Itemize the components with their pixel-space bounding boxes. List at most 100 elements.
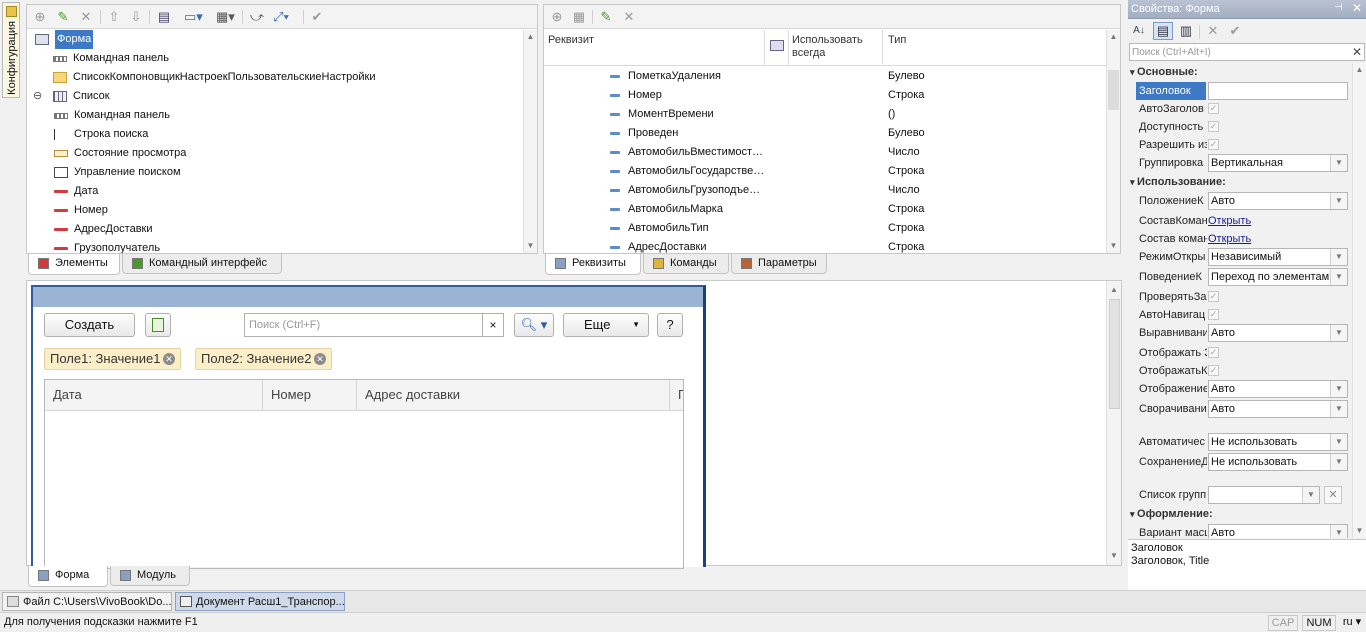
dropdown-arrow-icon[interactable]: ▼ — [1330, 454, 1347, 470]
dropdown-arrow-icon[interactable]: ▼ — [1330, 193, 1347, 209]
attributes-scrollbar[interactable]: ▲ ▼ — [1106, 30, 1120, 253]
chip-close-icon[interactable]: ✕ — [163, 353, 175, 365]
pin-icon[interactable]: ⊣ — [1334, 2, 1343, 13]
tab-command-interface[interactable]: Командный интерфейс — [122, 254, 282, 274]
filter-icon[interactable]: ▥ — [1178, 23, 1194, 39]
categorized-icon[interactable]: ▤ — [1153, 22, 1173, 40]
tab-attributes[interactable]: Реквизиты — [545, 254, 641, 275]
create-button[interactable]: Создать — [44, 313, 135, 337]
section-appearance[interactable]: ▾ Оформление: — [1130, 506, 1213, 522]
property-select[interactable]: Вертикальная ▼ — [1208, 154, 1348, 172]
add-column-icon[interactable]: ▦ — [571, 9, 587, 25]
configuration-side-tab[interactable]: Конфигурация — [2, 2, 20, 98]
property-checkbox[interactable]: ✓ — [1208, 291, 1219, 302]
swap-icon[interactable]: ⤻ — [249, 9, 265, 25]
dropdown-arrow-icon[interactable]: ▼ — [1330, 381, 1347, 397]
properties-search-clear-icon[interactable]: ✕ — [1352, 45, 1362, 59]
open-link[interactable]: Открыть — [1208, 212, 1251, 230]
header-use-always[interactable]: Использовать всегда — [792, 34, 880, 60]
check-icon[interactable]: ✔ — [309, 9, 325, 25]
attributes-scroll-thumb[interactable] — [1108, 70, 1119, 110]
search-input[interactable]: Поиск (Ctrl+F) — [244, 313, 504, 337]
add-icon[interactable]: ⊕ — [32, 9, 48, 25]
tree-item[interactable]: Командная панель — [27, 49, 522, 68]
property-select[interactable]: Авто ▼ — [1208, 192, 1348, 210]
tree-item[interactable]: АдресДоставки — [27, 220, 522, 239]
dropdown-arrow-icon[interactable]: ▼ — [1330, 155, 1347, 171]
group-list-select[interactable]: ▼ — [1208, 486, 1320, 504]
tree-item[interactable]: Строка поиска — [27, 125, 522, 144]
property-checkbox[interactable]: ✓ — [1208, 365, 1219, 376]
attribute-row[interactable]: АвтомобильГрузоподъе… Число — [544, 181, 1104, 200]
display-mode-icon[interactable]: ▭▾ — [184, 9, 203, 25]
column-consignee[interactable]: Г — [670, 380, 683, 410]
add-copy-button[interactable] — [145, 313, 171, 337]
column-number[interactable]: Номер — [263, 380, 357, 410]
tree-item[interactable]: Дата — [27, 182, 522, 201]
tree-item[interactable]: Грузополучатель — [27, 239, 522, 253]
column-address[interactable]: Адрес доставки — [357, 380, 670, 410]
move-down-icon[interactable]: ⇩ — [128, 9, 144, 25]
attribute-row[interactable]: АвтомобильТип Строка — [544, 219, 1104, 238]
add-attribute-icon[interactable]: ⊕ — [549, 9, 565, 25]
search-mode-button[interactable]: 🔍︎ ▾ — [514, 313, 554, 337]
filter-chip-2[interactable]: Поле2: Значение2 ✕ — [195, 348, 332, 370]
tab-module[interactable]: Модуль — [110, 566, 190, 586]
clear-icon[interactable]: ✕ — [1205, 23, 1221, 39]
header-type[interactable]: Тип — [888, 34, 906, 47]
apply-icon[interactable]: ✔ — [1227, 23, 1243, 39]
dropdown-arrow-icon[interactable]: ▼ — [1330, 269, 1347, 285]
collapse-icon[interactable]: ⊖ — [33, 87, 42, 106]
dropdown-arrow-icon[interactable]: ▼ — [1330, 401, 1347, 417]
properties-scrollbar[interactable]: ▲ ▼ — [1352, 63, 1366, 538]
property-select[interactable]: Переход по элементам ▼ — [1208, 268, 1348, 286]
attribute-row[interactable]: АвтомобильВместимост… Число — [544, 143, 1104, 162]
elements-scrollbar[interactable]: ▲ ▼ — [523, 30, 537, 253]
tab-params[interactable]: Параметры — [731, 254, 827, 274]
title-input[interactable] — [1208, 82, 1348, 100]
section-main[interactable]: ▾ Основные: — [1130, 64, 1198, 80]
layout-mode-icon[interactable]: ▦▾ — [216, 9, 235, 25]
property-checkbox[interactable]: ✓ — [1208, 121, 1219, 132]
attribute-row[interactable]: АдресДоставки Строка — [544, 238, 1104, 253]
attribute-row[interactable]: АвтомобильМарка Строка — [544, 200, 1104, 219]
tree-item[interactable]: Состояние просмотра — [27, 144, 522, 163]
filter-chip-1[interactable]: Поле1: Значение1 ✕ — [44, 348, 181, 370]
dropdown-arrow-icon[interactable]: ▼ — [1330, 325, 1347, 341]
search-clear-button[interactable]: × — [482, 313, 504, 337]
edit-attribute-icon[interactable]: ✎ — [598, 9, 614, 25]
edit-icon[interactable]: ✎ — [55, 9, 71, 25]
sort-alpha-icon[interactable]: A↓ — [1131, 23, 1147, 39]
property-checkbox[interactable]: ✓ — [1208, 103, 1219, 114]
open-link[interactable]: Открыть — [1208, 230, 1251, 248]
move-up-icon[interactable]: ⇧ — [106, 9, 122, 25]
form-preview-scrollbar[interactable]: ▲ ▼ — [1106, 281, 1121, 565]
attribute-row[interactable]: ПометкаУдаления Булево — [544, 67, 1104, 86]
property-select[interactable]: Авто ▼ — [1208, 324, 1348, 342]
tree-item[interactable]: СписокКомпоновщикНастроекПользовательски… — [27, 68, 522, 87]
property-checkbox[interactable]: ✓ — [1208, 309, 1219, 320]
property-select[interactable]: Авто ▼ — [1208, 524, 1348, 538]
property-select[interactable]: Независимый ▼ — [1208, 248, 1348, 266]
section-usage[interactable]: ▾ Использование: — [1130, 174, 1226, 190]
form-view-icon[interactable]: ▤ — [156, 9, 172, 25]
tab-commands[interactable]: Команды — [643, 254, 729, 274]
tree-item[interactable]: Командная панель — [27, 106, 522, 125]
tree-item[interactable]: ⊖ Список — [27, 87, 522, 106]
task-file[interactable]: Файл C:\Users\VivoBook\Do... — [2, 592, 172, 611]
property-select[interactable]: Не использовать ▼ — [1208, 433, 1348, 451]
property-select[interactable]: Не использовать ▼ — [1208, 453, 1348, 471]
property-checkbox[interactable]: ✓ — [1208, 139, 1219, 150]
tab-form-tab[interactable]: Форма — [28, 566, 108, 587]
dropdown-arrow-icon[interactable]: ▼ — [1302, 487, 1319, 503]
close-panel-icon[interactable]: ✕ — [1352, 1, 1362, 15]
task-document[interactable]: Документ Расш1_Транспор... — [175, 592, 345, 611]
attribute-row[interactable]: АвтомобильГосударстве… Строка — [544, 162, 1104, 181]
property-select[interactable]: Авто ▼ — [1208, 400, 1348, 418]
property-select[interactable]: Авто ▼ — [1208, 380, 1348, 398]
attribute-row[interactable]: МоментВремени () — [544, 105, 1104, 124]
language-indicator[interactable]: ru ▾ — [1339, 615, 1365, 631]
dropdown-arrow-icon[interactable]: ▼ — [1330, 525, 1347, 538]
help-button[interactable]: ? — [657, 313, 683, 337]
attribute-row[interactable]: Проведен Булево — [544, 124, 1104, 143]
